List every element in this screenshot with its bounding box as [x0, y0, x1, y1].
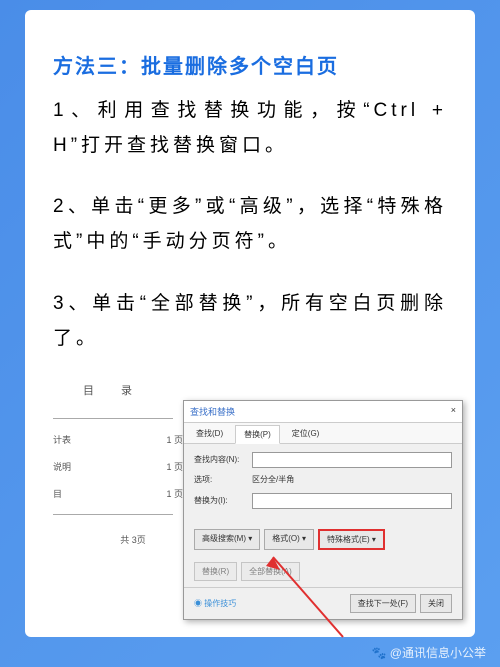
doc-row: 计表1 页 — [53, 433, 183, 446]
close-button[interactable]: 关闭 — [420, 594, 452, 613]
find-next-button[interactable]: 查找下一处(F) — [350, 594, 416, 613]
doc-heading: 目 录 — [83, 382, 213, 398]
screenshot-area: 目 录 计表1 页 说明1 页 目1 页 共 3页 查找和替换 × 查找(D) … — [53, 382, 447, 622]
doc-row: 说明1 页 — [53, 460, 183, 473]
step-1: 1、利用查找替换功能，按“Ctrl + H”打开查找替换窗口。 — [53, 93, 447, 163]
special-format-button[interactable]: 特殊格式(E) ▾ — [318, 529, 385, 550]
doc-row: 目1 页 — [53, 487, 183, 500]
replace-input[interactable] — [252, 493, 452, 509]
find-label: 查找内容(N): — [194, 454, 246, 465]
tab-find[interactable]: 查找(D) — [188, 425, 231, 443]
step-2: 2、单击“更多”或“高级”，选择“特殊格式”中的“手动分页符”。 — [53, 189, 447, 259]
dialog-tabs: 查找(D) 替换(P) 定位(G) — [184, 423, 462, 444]
note-paper: 方法三：批量删除多个空白页 1、利用查找替换功能，按“Ctrl + H”打开查找… — [25, 10, 475, 637]
section-title: 方法三：批量删除多个空白页 — [53, 50, 447, 79]
find-input[interactable] — [252, 452, 452, 468]
tab-replace[interactable]: 替换(P) — [235, 425, 280, 444]
step-3: 3、单击“全部替换”，所有空白页删除了。 — [53, 286, 447, 356]
find-replace-dialog: 查找和替换 × 查找(D) 替换(P) 定位(G) 查找内容(N): 选项: 区… — [183, 400, 463, 620]
dialog-title-text: 查找和替换 — [190, 405, 235, 418]
watermark: 🐾 @通讯信息小公举 — [372, 644, 486, 661]
option-value: 区分全/半角 — [252, 474, 294, 485]
hint-link[interactable]: ◉ 操作技巧 — [194, 598, 236, 609]
format-button[interactable]: 格式(O) ▾ — [264, 529, 314, 550]
dialog-titlebar: 查找和替换 × — [184, 401, 462, 423]
option-label: 选项: — [194, 474, 246, 485]
tab-goto[interactable]: 定位(G) — [284, 425, 328, 443]
replace-button[interactable]: 替换(R) — [194, 562, 237, 581]
replace-all-button[interactable]: 全部替换(A) — [241, 562, 300, 581]
close-icon[interactable]: × — [451, 405, 456, 418]
advanced-search-button[interactable]: 高级搜索(M) ▾ — [194, 529, 260, 550]
replace-label: 替换为(I): — [194, 495, 246, 506]
